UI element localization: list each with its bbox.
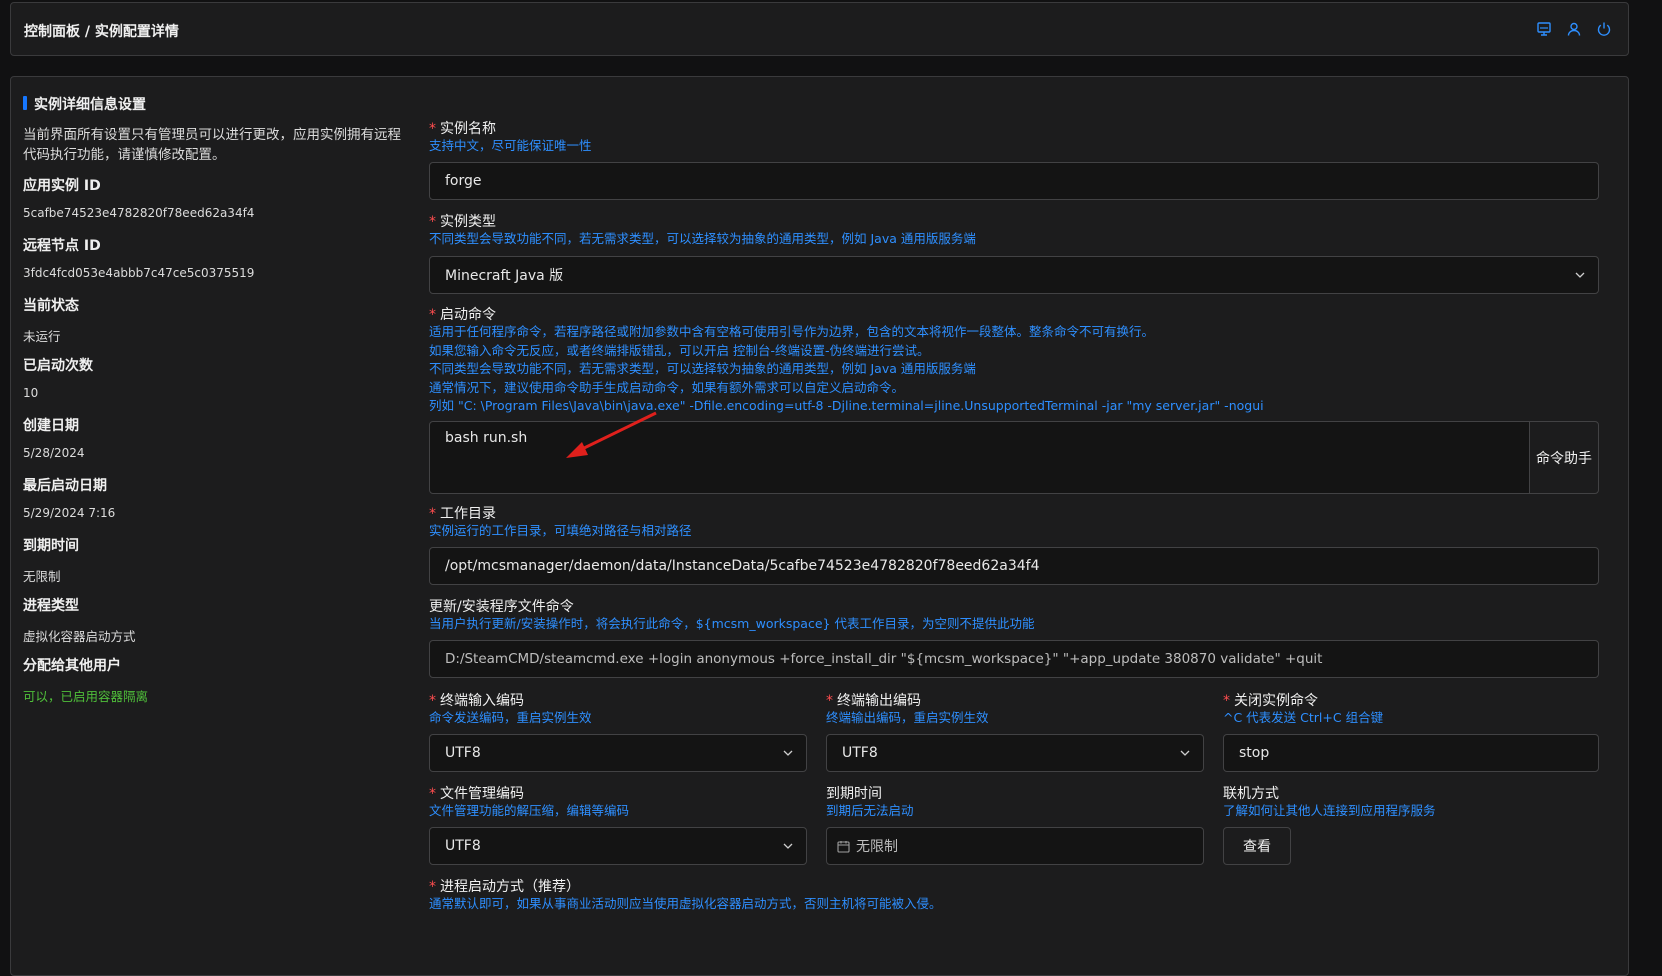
file-encoding-select[interactable]: UTF8: [429, 827, 807, 865]
start-count-label: 已启动次数: [23, 358, 93, 374]
stop-command-label: * 关闭实例命令: [1223, 693, 1318, 709]
instance-name-label: * 实例名称: [429, 121, 496, 137]
process-mode-desc: 通常默认即可，如果从事商业活动则应当使用虚拟化容器启动方式，否则主机将可能被入侵…: [429, 896, 942, 911]
node-id-label: 远程节点 ID: [23, 238, 101, 254]
chevron-down-icon: [783, 843, 793, 849]
top-bar: 控制面板 / 实例配置详情: [10, 2, 1629, 56]
chevron-down-icon: [1180, 750, 1190, 756]
last-start-label: 最后启动日期: [23, 478, 107, 494]
user-icon[interactable]: [1566, 21, 1582, 37]
output-encoding-label: * 终端输出编码: [826, 693, 921, 709]
start-command-desc-3: 不同类型会导致功能不同，若无需求类型，可以选择较为抽象的通用类型，例如 Java…: [429, 361, 976, 376]
instance-name-input[interactable]: forge: [429, 162, 1599, 200]
expire-time-label: 到期时间: [826, 786, 882, 802]
status-value: 未运行: [23, 329, 61, 344]
process-type-label: 进程类型: [23, 598, 79, 614]
start-command-desc-4: 通常情况下，建议使用命令助手生成启动命令，如果有额外需求可以自定义启动命令。: [429, 379, 905, 395]
input-encoding-desc: 命令发送编码，重启实例生效: [429, 710, 592, 725]
start-count-value: 10: [23, 386, 39, 400]
created-date-label: 创建日期: [23, 418, 79, 434]
annotation-arrow-icon: [566, 411, 657, 458]
top-bar-actions: [1536, 21, 1612, 37]
expire-label: 到期时间: [23, 538, 79, 554]
update-command-label: 更新/安装程序文件命令: [429, 599, 574, 615]
monitor-icon[interactable]: [1536, 21, 1552, 37]
connect-label: 联机方式: [1223, 786, 1279, 802]
connect-desc: 了解如何让其他人连接到应用程序服务: [1223, 803, 1436, 818]
view-connect-button[interactable]: 查看: [1223, 827, 1291, 865]
process-mode-label: * 进程启动方式（推荐）: [429, 879, 580, 895]
panel-title: 实例详细信息设置: [23, 94, 146, 114]
instance-type-select[interactable]: Minecraft Java 版: [429, 256, 1599, 294]
update-command-desc: 当用户执行更新/安装操作时，将会执行此命令，${mcsm_workspace} …: [429, 616, 1035, 631]
workdir-input[interactable]: /opt/mcsmanager/daemon/data/InstanceData…: [429, 547, 1599, 585]
instance-type-desc: 不同类型会导致功能不同，若无需求类型，可以选择较为抽象的通用类型，例如 Java…: [429, 231, 976, 246]
input-encoding-select[interactable]: UTF8: [429, 734, 807, 772]
instance-info: 当前界面所有设置只有管理员可以进行更改，应用实例拥有远程代码执行功能，请谨慎修改…: [23, 125, 413, 715]
stop-command-input[interactable]: stop: [1223, 734, 1599, 772]
assign-users-label: 分配给其他用户: [23, 658, 121, 674]
start-command-desc-2: 如果您输入命令无反应，或者终端排版错乱，可以开启 控制台-终端设置-伪终端进行尝…: [429, 342, 930, 358]
created-date-value: 5/28/2024: [23, 446, 85, 460]
instance-name-desc: 支持中文，尽可能保证唯一性: [429, 138, 592, 153]
start-command-desc-1: 适用于任何程序命令，若程序路径或附加参数中含有空格可使用引号作为边界，包含的文本…: [429, 324, 1155, 339]
node-id-value: 3fdc4fcd053e4abbb7c47ce5c0375519: [23, 266, 255, 280]
input-encoding-label: * 终端输入编码: [429, 693, 524, 709]
update-command-input[interactable]: D:/SteamCMD/steamcmd.exe +login anonymou…: [429, 640, 1599, 678]
expire-time-picker[interactable]: 无限制: [826, 827, 1204, 865]
stop-command-desc: ^C 代表发送 Ctrl+C 组合键: [1223, 710, 1384, 725]
calendar-icon: [837, 840, 850, 853]
chevron-down-icon: [1575, 272, 1585, 278]
output-encoding-desc: 终端输出编码，重启实例生效: [826, 710, 989, 725]
workdir-label: * 工作目录: [429, 506, 496, 522]
workdir-desc: 实例运行的工作目录，可填绝对路径与相对路径: [429, 523, 692, 538]
instance-id-label: 应用实例 ID: [23, 178, 101, 194]
output-encoding-select[interactable]: UTF8: [826, 734, 1204, 772]
info-intro: 当前界面所有设置只有管理员可以进行更改，应用实例拥有远程代码执行功能，请谨慎修改…: [23, 127, 401, 163]
instance-id-value: 5cafbe74523e4782820f78eed62a34f4: [23, 206, 255, 220]
process-type-value: 虚拟化容器启动方式: [23, 629, 136, 644]
chevron-down-icon: [783, 750, 793, 756]
status-label: 当前状态: [23, 298, 79, 314]
command-helper-button[interactable]: 命令助手: [1529, 421, 1599, 494]
assign-users-value: 可以，已启用容器隔离: [23, 689, 149, 704]
breadcrumb: 控制面板 / 实例配置详情: [24, 24, 179, 40]
expire-time-desc: 到期后无法启动: [826, 803, 914, 818]
last-start-value: 5/29/2024 7:16: [23, 506, 116, 520]
expire-value: 无限制: [23, 569, 61, 584]
start-command-label: * 启动命令: [429, 307, 496, 323]
instance-type-label: * 实例类型: [429, 214, 496, 230]
power-icon[interactable]: [1596, 21, 1612, 37]
file-encoding-label: * 文件管理编码: [429, 786, 524, 802]
instance-settings-panel: 实例详细信息设置 当前界面所有设置只有管理员可以进行更改，应用实例拥有远程代码执…: [10, 76, 1629, 976]
file-encoding-desc: 文件管理功能的解压缩，编辑等编码: [429, 803, 630, 818]
